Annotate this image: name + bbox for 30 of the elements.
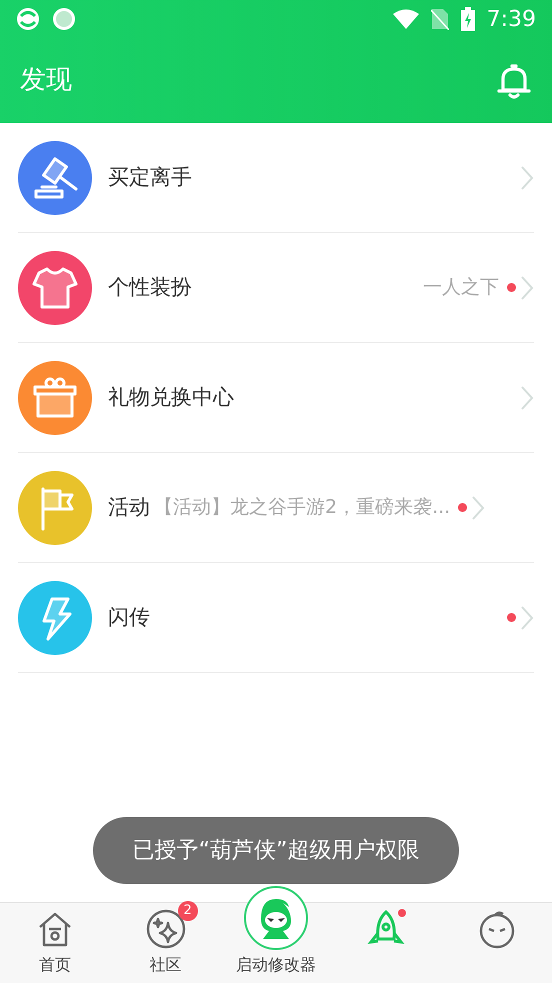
nav-tab[interactable]: 启动修改器 [220, 883, 332, 983]
item-title: 活动 [108, 494, 150, 521]
item-subtitle: 一人之下 [423, 275, 499, 300]
item-title: 礼物兑换中心 [108, 384, 234, 411]
chevron-right-icon [520, 604, 534, 630]
clock-time: 7:39 [486, 6, 536, 34]
chevron-right-icon [471, 494, 486, 520]
chevron-right-icon [520, 384, 534, 410]
notification-badge: 2 [178, 901, 198, 921]
discover-list-item[interactable]: 活动 【活动】龙之谷手游2，重磅来袭... [18, 453, 534, 563]
page-title: 发现 [20, 64, 72, 97]
nav-tab[interactable]: 2 社区 [110, 903, 221, 983]
discover-list-item[interactable]: 礼物兑换中心 [18, 343, 534, 453]
nav-tab[interactable]: 首页 [0, 903, 110, 983]
app-icon [52, 7, 76, 31]
sparkle-icon [146, 909, 186, 949]
discover-list-item[interactable]: 闪传 [18, 563, 534, 673]
item-title: 个性装扮 [108, 274, 192, 301]
discover-list-item[interactable]: 买定离手 [18, 123, 534, 233]
chevron-right-icon [520, 274, 534, 300]
chevron-right-icon [520, 164, 534, 190]
wifi-icon [392, 9, 419, 29]
discover-list-item[interactable]: 个性装扮 一人之下 [18, 233, 534, 343]
item-title: 买定离手 [108, 164, 192, 191]
no-sim-icon [430, 8, 449, 30]
battery-charging-icon [460, 7, 475, 31]
item-title: 闪传 [108, 604, 150, 631]
toast-message: 已授予“葫芦侠”超级用户权限 [92, 817, 460, 884]
item-subtitle: 【活动】龙之谷手游2，重磅来袭... [154, 495, 450, 520]
app-icon [16, 7, 40, 31]
